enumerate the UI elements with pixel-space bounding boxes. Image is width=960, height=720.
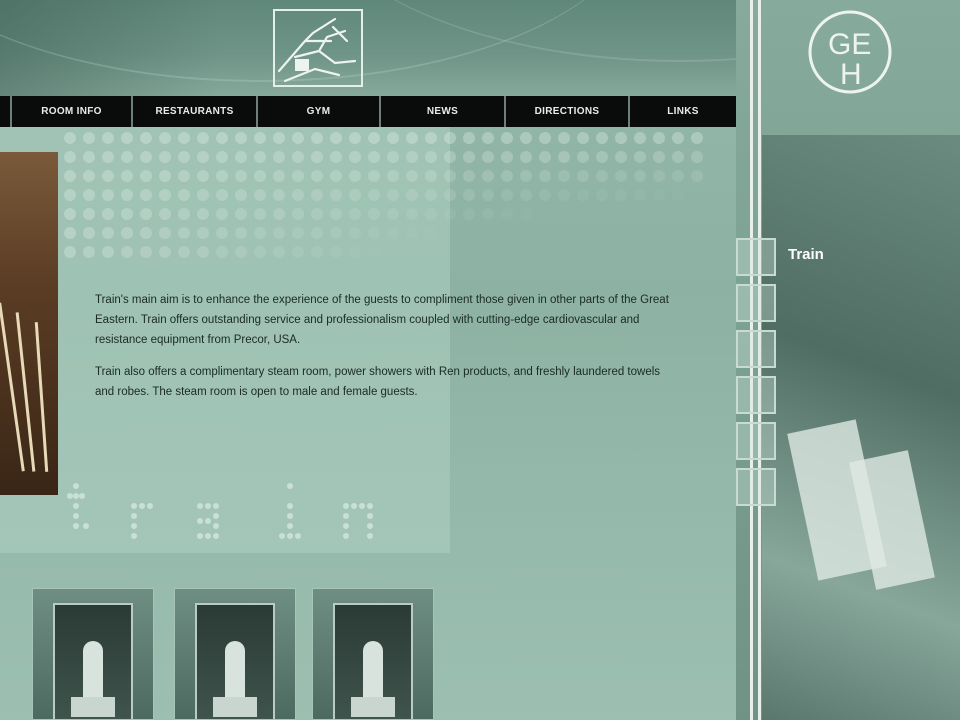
nav-item-room-info[interactable]: ROOM INFO xyxy=(12,96,133,127)
geh-logo-icon[interactable]: GE H xyxy=(806,8,894,96)
header-banner xyxy=(0,0,736,96)
train-dot-wordmark xyxy=(67,483,373,539)
subnav-item-train[interactable] xyxy=(736,238,776,276)
paragraph-facilities: Train also offers a complimentary steam … xyxy=(95,366,661,398)
thumbnail-1[interactable] xyxy=(32,588,154,720)
nav-item-restaurants[interactable]: RESTAURANTS xyxy=(133,96,258,127)
geh-logo-text-h: H xyxy=(840,58,862,91)
gym-photo xyxy=(0,152,58,495)
nav-item-gym[interactable]: GYM xyxy=(258,96,381,127)
main-nav: ROOM INFO RESTAURANTS GYM NEWS DIRECTION… xyxy=(0,96,736,127)
subnav-item-2[interactable] xyxy=(736,284,776,322)
sidebar-photo xyxy=(762,135,960,720)
nav-item-directions[interactable]: DIRECTIONS xyxy=(506,96,630,127)
nav-item-links[interactable]: LINKS xyxy=(630,96,736,127)
current-section-label: Train xyxy=(788,246,824,263)
thumbnail-2[interactable] xyxy=(174,588,296,720)
body-text: Train's main aim is to enhance the exper… xyxy=(95,290,675,414)
decorative-dot-pattern xyxy=(64,132,703,258)
sidebar-subnav xyxy=(736,238,780,514)
train-logo-icon[interactable] xyxy=(273,9,363,87)
subnav-item-3[interactable] xyxy=(736,330,776,368)
nav-spacer xyxy=(0,96,12,127)
paragraph-intro: Train's main aim is to enhance the exper… xyxy=(95,294,669,346)
subnav-item-6[interactable] xyxy=(736,468,776,506)
subnav-item-5[interactable] xyxy=(736,422,776,460)
nav-item-news[interactable]: NEWS xyxy=(381,96,506,127)
subnav-item-4[interactable] xyxy=(736,376,776,414)
thumbnail-3[interactable] xyxy=(312,588,434,720)
geh-logo-text-ge: GE xyxy=(828,28,871,61)
thumbnail-strip xyxy=(32,588,442,720)
main-area: ROOM INFO RESTAURANTS GYM NEWS DIRECTION… xyxy=(0,0,736,720)
